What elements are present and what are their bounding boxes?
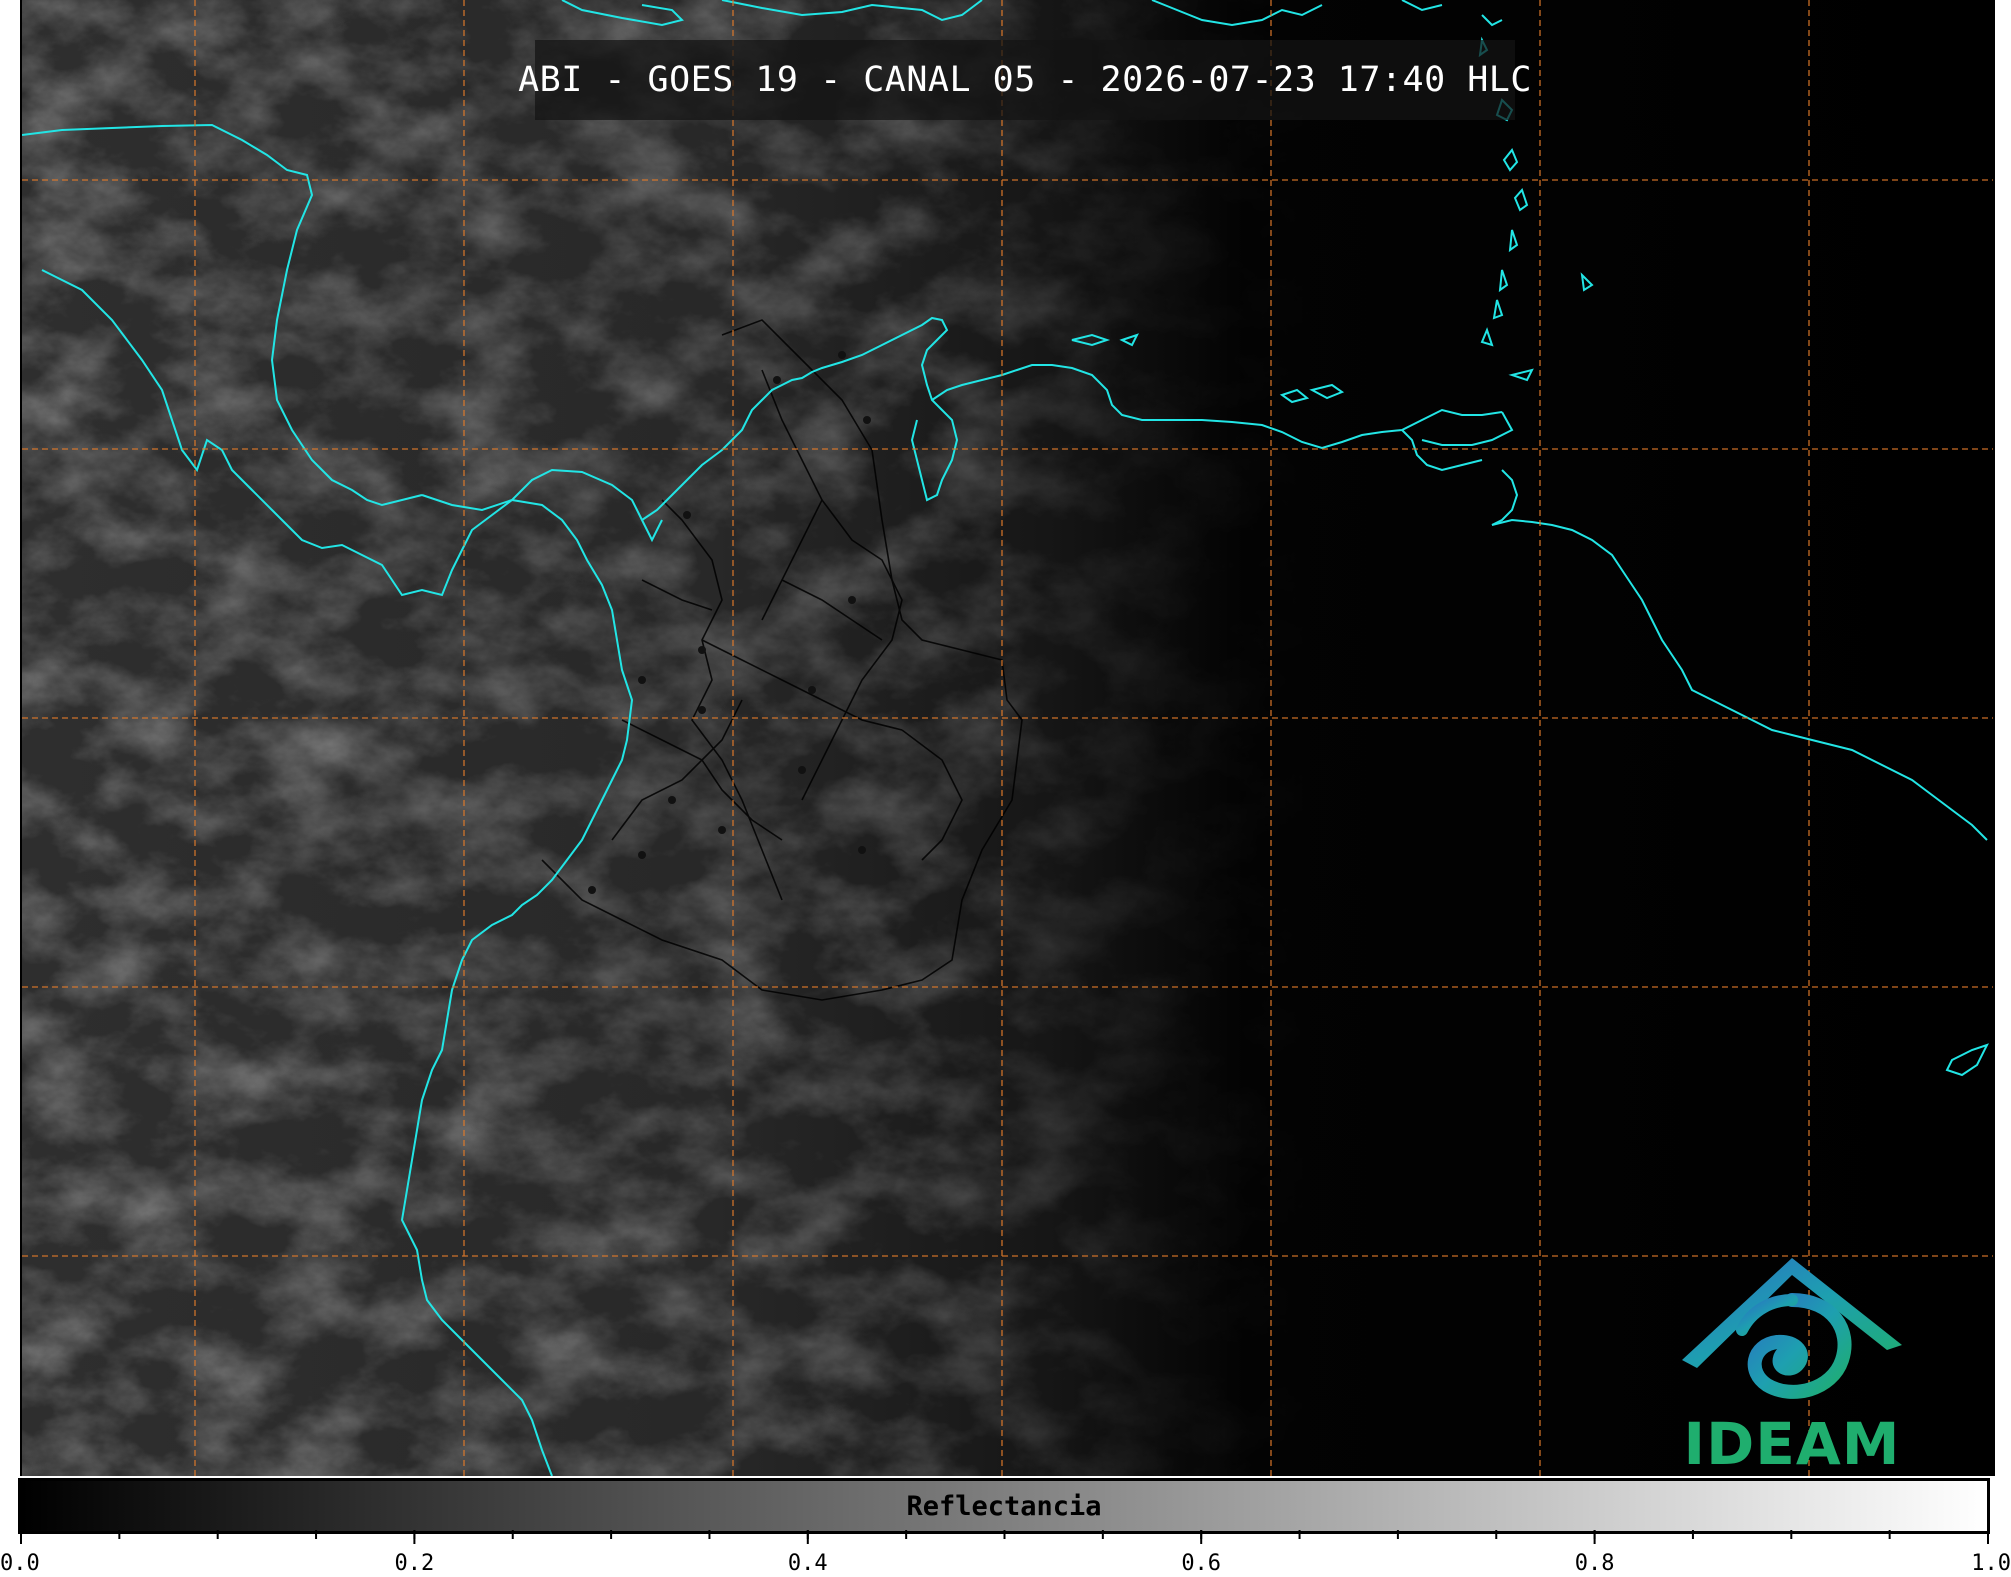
map-title: ABI - GOES 19 - CANAL 05 - 2026-07-23 17… xyxy=(518,60,1532,100)
colorbar-tick-label: 0.0 xyxy=(0,1551,40,1576)
colorbar-tick-label: 0.6 xyxy=(1181,1551,1221,1576)
colorbar: Reflectancia xyxy=(18,1478,1990,1534)
colorbar-tick-label: 0.8 xyxy=(1575,1551,1615,1576)
title-box: ABI - GOES 19 - CANAL 05 - 2026-07-23 17… xyxy=(518,40,1531,120)
colorbar-tick-label: 1.0 xyxy=(1971,1551,2011,1576)
ideam-logo-icon xyxy=(1682,1258,1902,1399)
colorbar-tick-label: 0.4 xyxy=(788,1551,828,1576)
colorbar-ticks: 0.0 0.2 0.4 0.6 0.8 1.0 xyxy=(0,1530,2011,1576)
ideam-logo: IDEAM xyxy=(1662,1250,1922,1476)
colorbar-tick-label: 0.2 xyxy=(395,1551,435,1576)
colorbar-label: Reflectancia xyxy=(906,1491,1102,1522)
satellite-image: ABI - GOES 19 - CANAL 05 - 2026-07-23 17… xyxy=(20,0,1995,1476)
logo-text: IDEAM xyxy=(1683,1410,1901,1476)
